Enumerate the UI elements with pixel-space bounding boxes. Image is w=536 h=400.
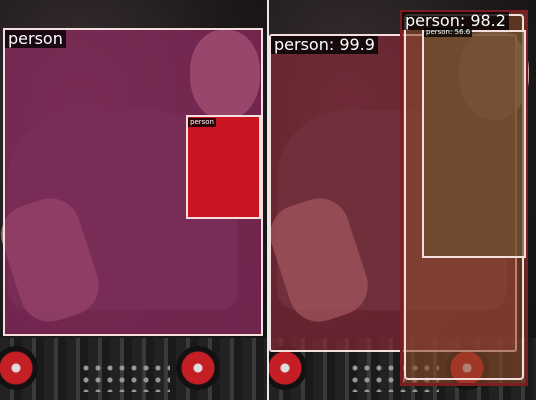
detection-label: person	[5, 30, 66, 48]
detection-label: person: 99.9	[271, 36, 378, 54]
right-detection-panel: person: 99.9 person: 98.2 person: 56.6	[269, 0, 536, 400]
left-detection-panel: person person	[0, 0, 267, 400]
comparison-view: person person person: 99.9 person: 98.2 …	[0, 0, 536, 400]
detection-label: person: 56.6	[424, 28, 473, 37]
person-box-small[interactable]	[186, 115, 261, 219]
person-box-c[interactable]	[422, 30, 526, 258]
detection-label: person	[188, 118, 216, 127]
